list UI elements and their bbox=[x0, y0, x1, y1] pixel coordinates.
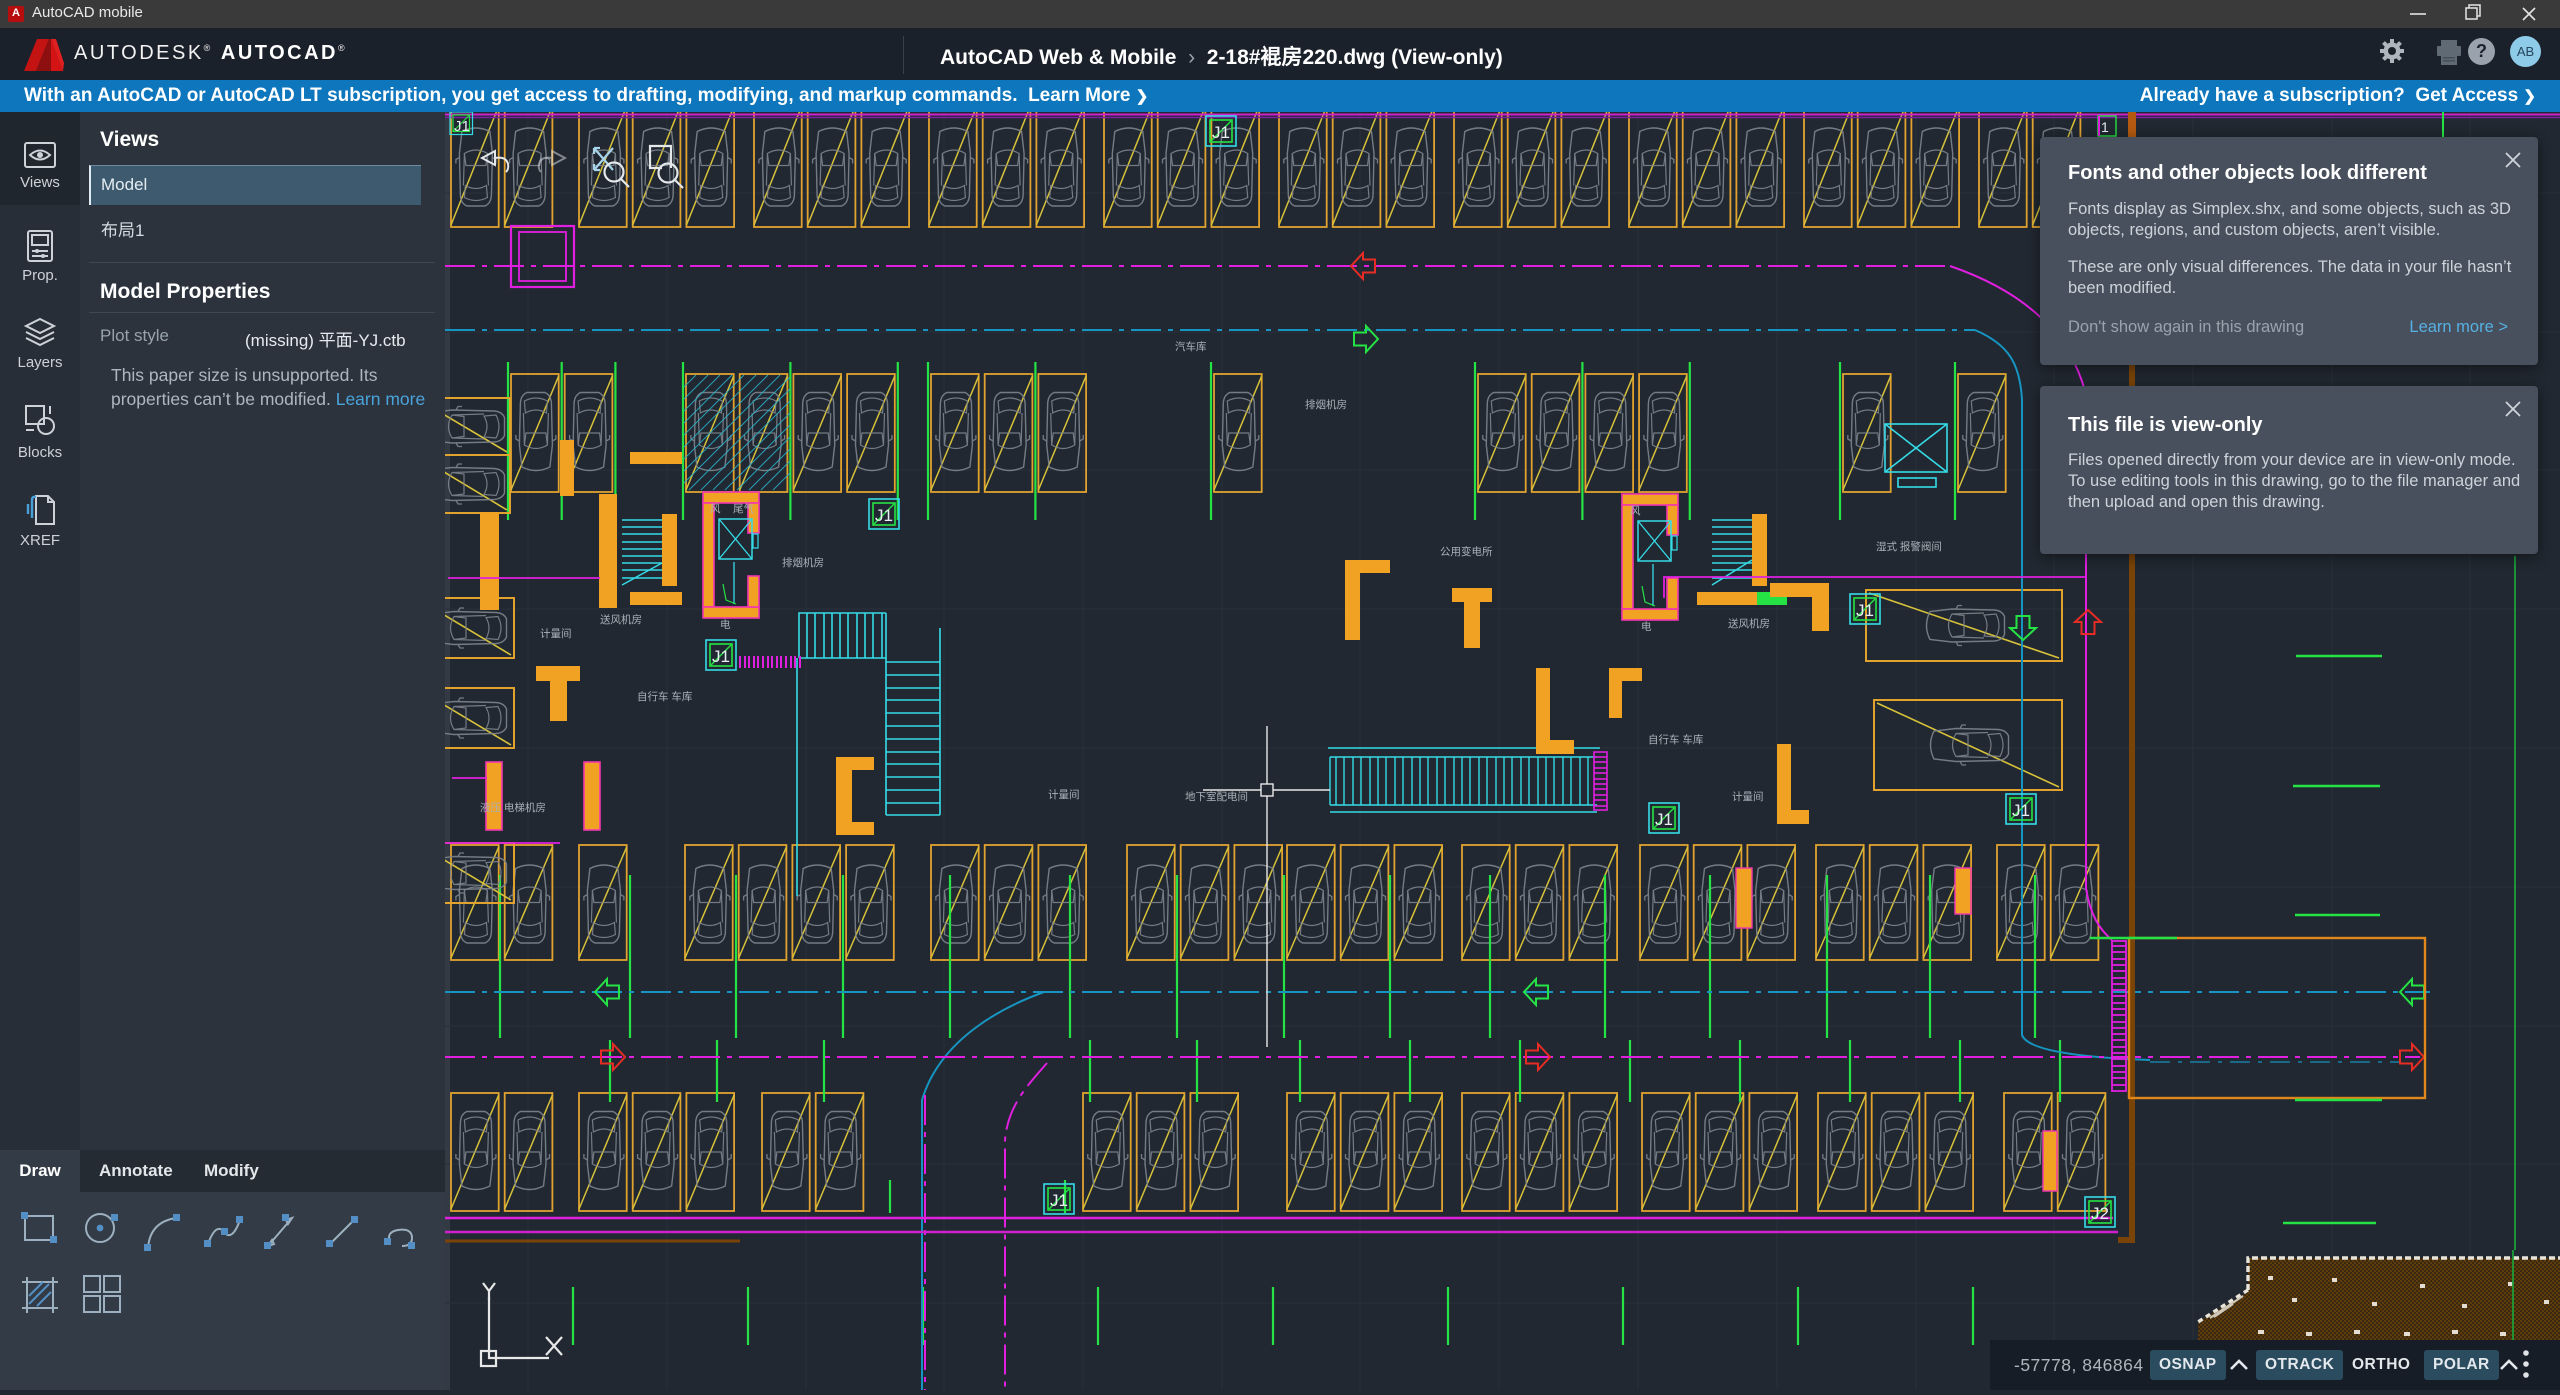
svg-text:电: 电 bbox=[720, 618, 731, 631]
svg-text:送风机房: 送风机房 bbox=[1728, 617, 1770, 630]
svg-text:J1: J1 bbox=[712, 647, 730, 666]
svg-text:J2: J2 bbox=[2091, 1204, 2109, 1223]
svg-text:自行车 车库: 自行车 车库 bbox=[637, 690, 692, 703]
svg-text:尾气: 尾气 bbox=[733, 502, 754, 515]
svg-text:湿式 报警阀间: 湿式 报警阀间 bbox=[1876, 540, 1942, 553]
svg-text:J1: J1 bbox=[2012, 801, 2030, 820]
svg-text:J1: J1 bbox=[1856, 601, 1874, 620]
svg-text:1: 1 bbox=[2101, 119, 2109, 135]
svg-text:J1: J1 bbox=[454, 118, 470, 135]
svg-text:送风机房: 送风机房 bbox=[600, 613, 642, 626]
svg-text:J1: J1 bbox=[1655, 810, 1673, 829]
svg-text:排烟机房: 排烟机房 bbox=[782, 556, 824, 569]
svg-text:计量间: 计量间 bbox=[1732, 790, 1764, 803]
svg-text:排烟机房: 排烟机房 bbox=[1305, 398, 1347, 411]
svg-text:J1: J1 bbox=[1212, 123, 1230, 142]
svg-text:风: 风 bbox=[710, 503, 721, 515]
svg-text:计量间: 计量间 bbox=[540, 627, 572, 640]
svg-text:汽车库: 汽车库 bbox=[1175, 340, 1207, 353]
svg-text:风: 风 bbox=[1630, 505, 1641, 517]
svg-text:液压 电梯机房: 液压 电梯机房 bbox=[480, 801, 546, 814]
svg-text:J1: J1 bbox=[1050, 1191, 1068, 1210]
svg-text:地下室配电间: 地下室配电间 bbox=[1185, 790, 1248, 803]
svg-text:公用变电所: 公用变电所 bbox=[1440, 545, 1493, 558]
svg-text:电: 电 bbox=[1641, 620, 1652, 633]
svg-text:J1: J1 bbox=[875, 506, 893, 525]
svg-text:自行车 车库: 自行车 车库 bbox=[1648, 733, 1703, 746]
svg-text:计量间: 计量间 bbox=[1048, 788, 1080, 801]
